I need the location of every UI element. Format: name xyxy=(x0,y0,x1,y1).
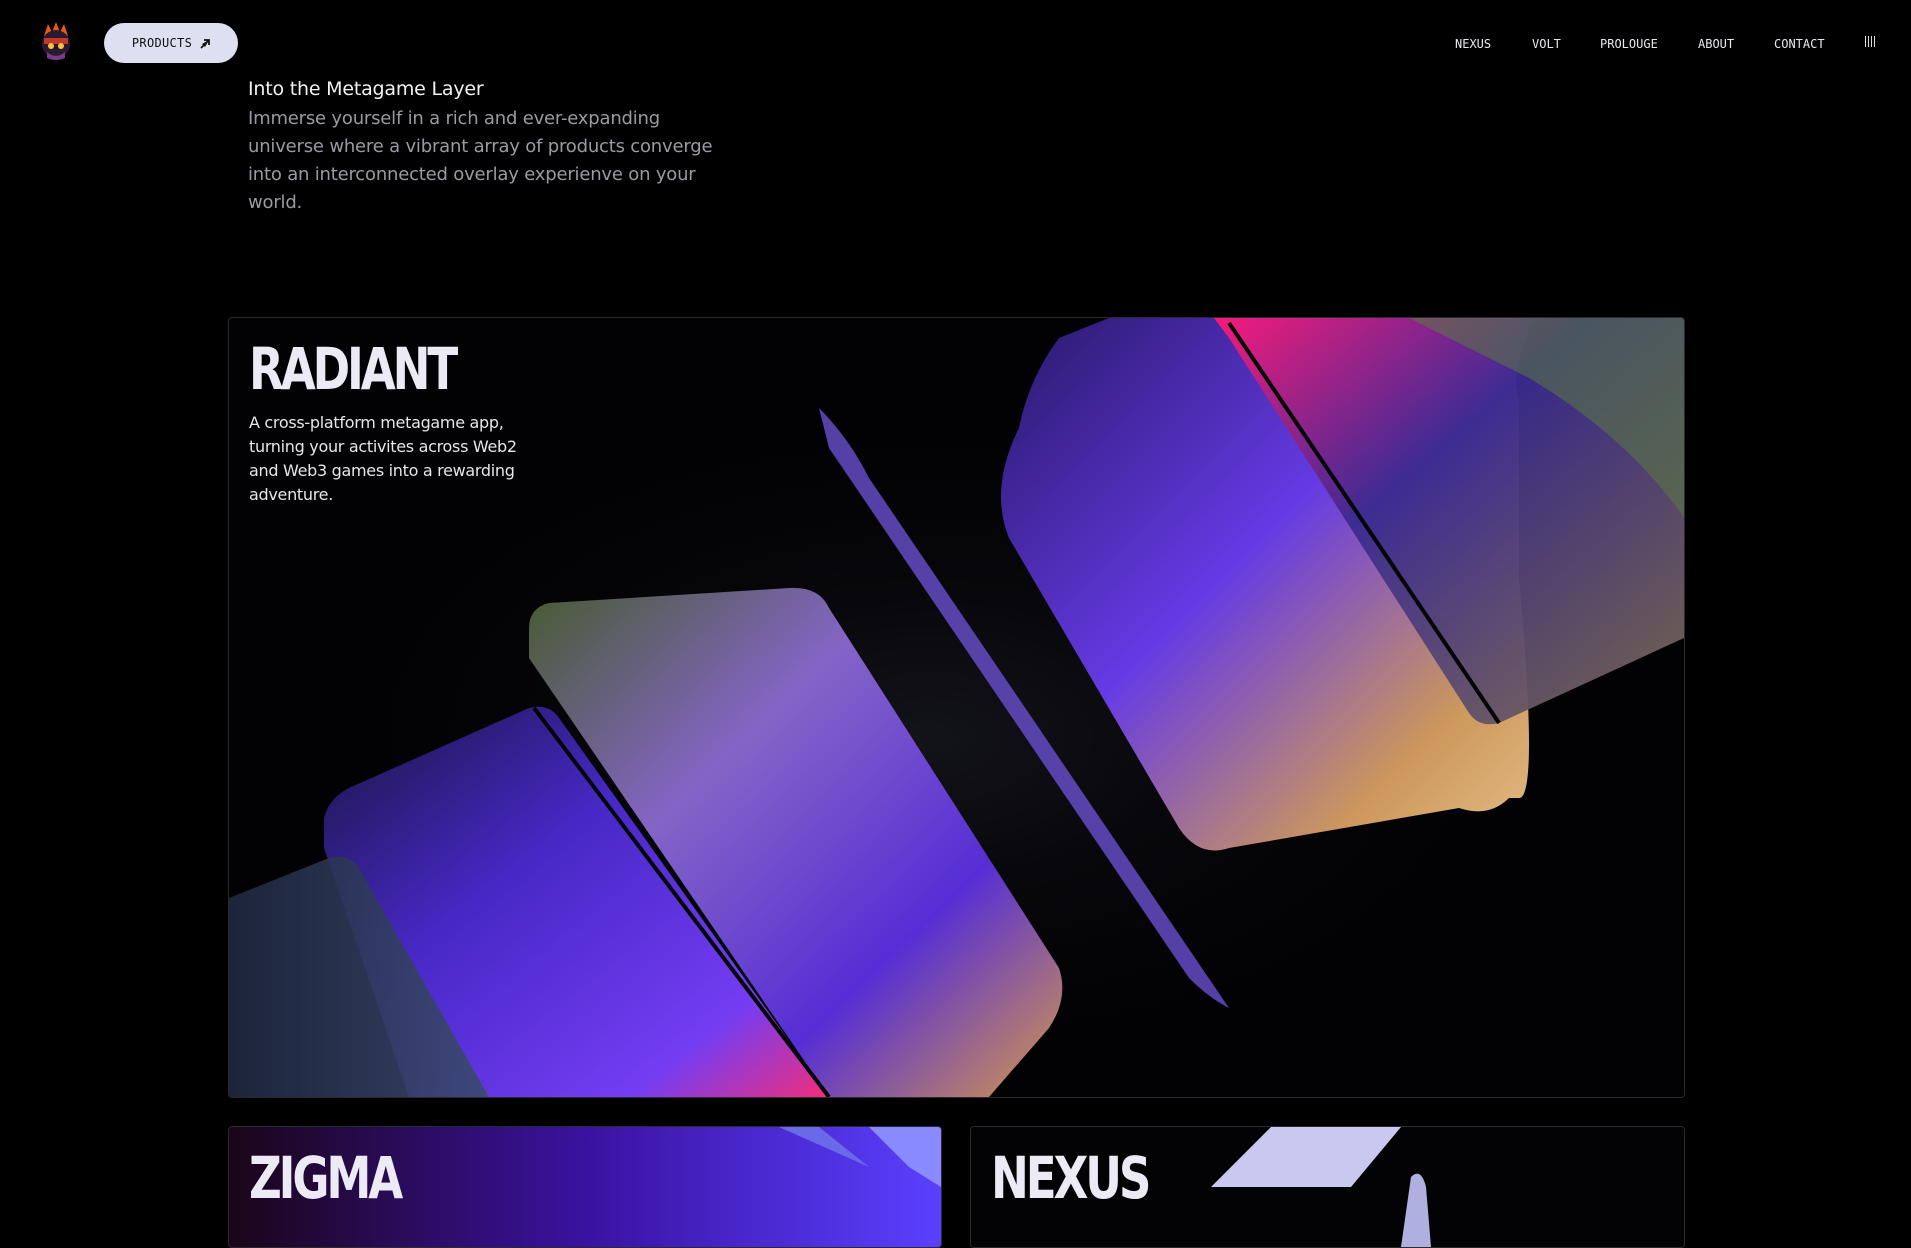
intro-text: Immerse yourself in a rich and ever-expa… xyxy=(248,108,713,213)
nav-item-about[interactable]: ABOUT xyxy=(1698,37,1734,51)
nexus-card[interactable]: NEXUS xyxy=(970,1126,1685,1248)
nav-item-prolouge[interactable]: PROLOUGE xyxy=(1600,37,1658,51)
radiant-title: RADIANT xyxy=(249,335,458,403)
arrow-upright-icon xyxy=(200,38,210,49)
nav-item-nexus[interactable]: NEXUS xyxy=(1455,37,1491,51)
products-label: PRODUCTS xyxy=(131,36,193,50)
intro-title: Into the Metagame Layer xyxy=(248,78,484,100)
logo-icon[interactable] xyxy=(38,22,74,62)
zigma-card[interactable]: ZIGMA xyxy=(228,1126,942,1248)
radiant-description: A cross-platform metagame app, turning y… xyxy=(249,413,517,504)
nav-item-contact[interactable]: CONTACT xyxy=(1774,37,1825,51)
nav-item-volt[interactable]: VOLT xyxy=(1532,37,1561,51)
menu-icon[interactable] xyxy=(1865,36,1877,48)
products-button[interactable]: PRODUCTS xyxy=(104,23,238,63)
zigma-title: ZIGMA xyxy=(249,1144,403,1212)
radiant-card[interactable]: RADIANT A cross-platform metagame app, t… xyxy=(228,317,1685,1098)
nexus-title: NEXUS xyxy=(991,1144,1151,1212)
